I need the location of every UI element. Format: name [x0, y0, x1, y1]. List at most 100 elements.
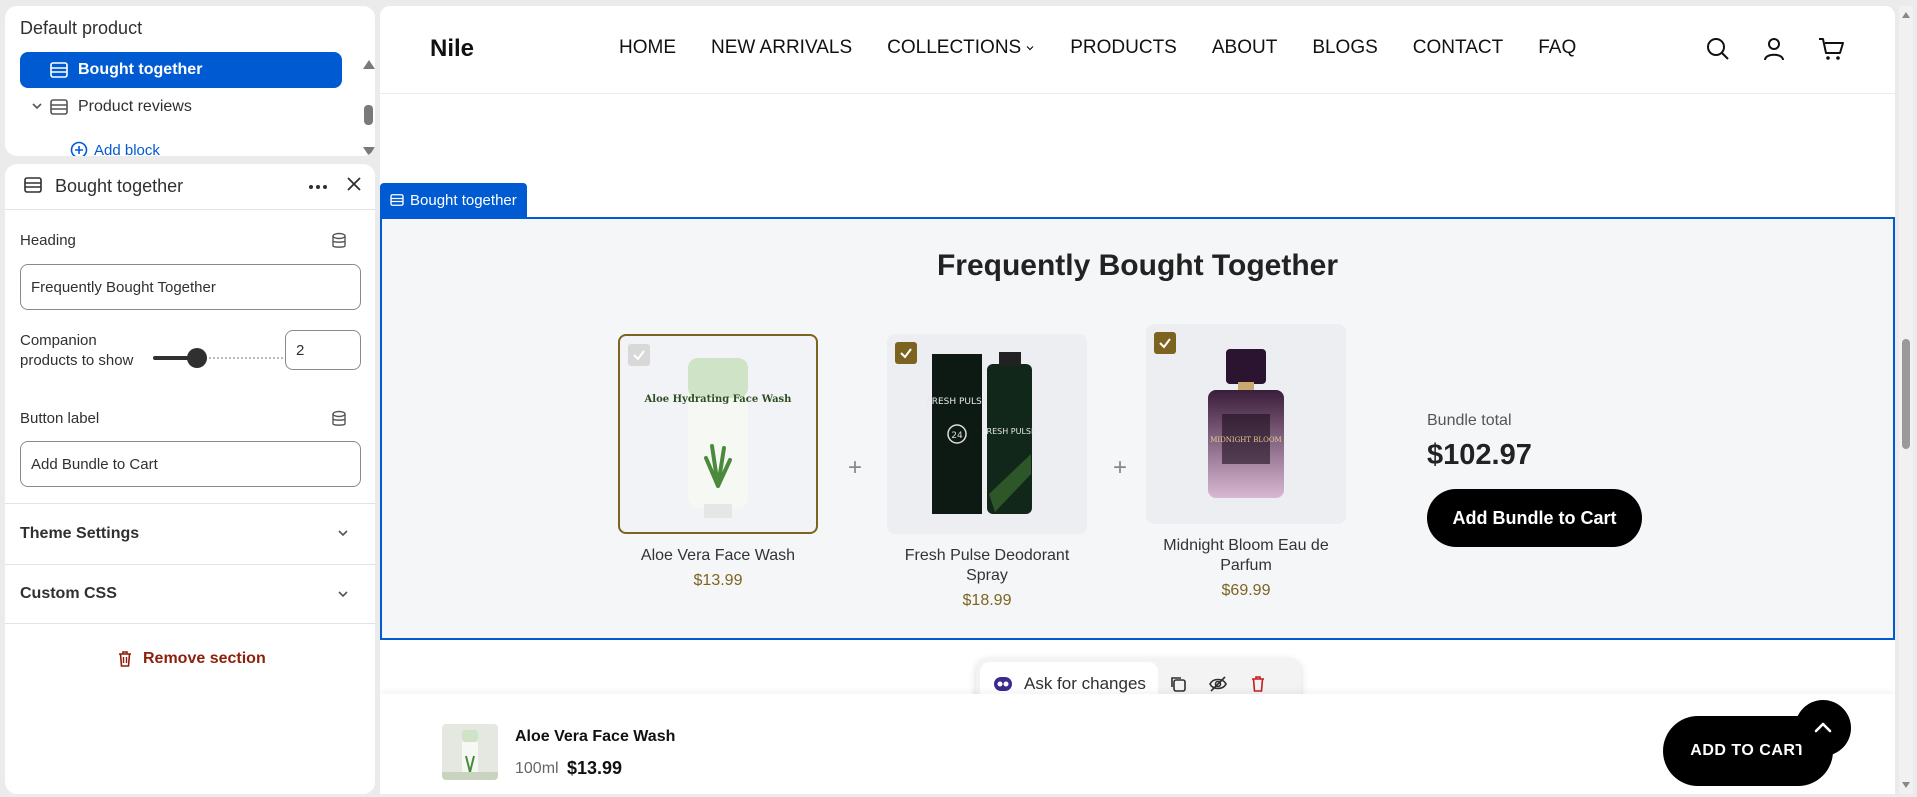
bundle-product-card[interactable]: FRESH PULSE FRESH PULSE 24 Fresh Pulse D… [887, 334, 1087, 610]
eye-off-icon [1209, 676, 1227, 692]
dynamic-source-icon[interactable] [331, 410, 347, 428]
product-price: $18.99 [962, 592, 1012, 609]
accordion-theme-settings[interactable]: Theme Settings [5, 503, 375, 563]
nav-products[interactable]: PRODUCTS [1070, 37, 1177, 59]
scroll-to-top-button[interactable] [1795, 700, 1851, 756]
delete-button[interactable] [1238, 675, 1278, 693]
account-icon[interactable] [1761, 36, 1787, 62]
nav-home[interactable]: HOME [619, 37, 676, 59]
scroll-down-arrow[interactable] [1902, 782, 1910, 788]
bundle-product-card[interactable]: Aloe Hydrating Face Wash Aloe Vera Face … [618, 334, 818, 590]
chevron-down-icon [338, 591, 348, 598]
plus-separator: + [1113, 454, 1128, 481]
hide-button[interactable] [1198, 675, 1238, 693]
more-options-icon[interactable] [307, 176, 329, 198]
settings-header: Bought together [5, 164, 375, 210]
ask-for-changes-label: Ask for changes [1024, 674, 1146, 693]
bought-together-section[interactable]: Frequently Bought Together Aloe Hydratin… [380, 217, 1895, 640]
nav-blogs[interactable]: BLOGS [1312, 37, 1377, 59]
tree-item-bought-together[interactable]: Bought together [20, 52, 342, 88]
block-icon [50, 99, 68, 115]
section-tag[interactable]: Bought together [380, 183, 527, 217]
product-image: MIDNIGHT BLOOM [1208, 349, 1284, 498]
add-bundle-button[interactable]: Add Bundle to Cart [1427, 489, 1642, 547]
accordion-label: Custom CSS [20, 585, 117, 602]
slider-handle[interactable] [187, 348, 207, 368]
companion-products-input[interactable]: 2 [285, 330, 361, 370]
chevron-up-icon [1814, 722, 1832, 733]
section-tree-panel: Default product Bought together Product … [5, 6, 375, 156]
section-heading: Frequently Bought Together [936, 249, 1339, 282]
close-icon[interactable] [345, 175, 363, 193]
tree-item-label: Bought together [78, 61, 203, 78]
preview-scrollbar[interactable] [1899, 6, 1913, 794]
scroll-up-arrow[interactable] [363, 60, 375, 69]
bundle-total-label: Bundle total [1427, 412, 1512, 429]
scroll-down-arrow[interactable] [363, 147, 375, 156]
product-name[interactable]: Midnight Bloom Eau de Parfum [1146, 536, 1346, 576]
button-label-label: Button label [20, 410, 100, 427]
store-header: Nile HOME NEW ARRIVALS COLLECTIONS PRODU… [380, 6, 1895, 94]
nav-faq[interactable]: FAQ [1538, 37, 1576, 59]
nav-collections[interactable]: COLLECTIONS [887, 37, 1035, 59]
header-icons [1705, 36, 1845, 62]
chevron-down-icon[interactable] [30, 99, 44, 113]
tree-item-label: Product reviews [78, 98, 192, 115]
duplicate-icon [1171, 677, 1186, 692]
product-price: $69.99 [1221, 582, 1271, 599]
section-tag-label: Bought together [410, 191, 517, 209]
main-nav: HOME NEW ARRIVALS COLLECTIONS PRODUCTS A… [619, 37, 1576, 59]
add-block-label: Add block [94, 141, 160, 157]
tree-item-product-reviews[interactable]: Product reviews [20, 89, 342, 125]
product-name[interactable]: Fresh Pulse Deodorant Spray [887, 546, 1087, 586]
search-icon[interactable] [1705, 36, 1731, 62]
bundle-total-price: $102.97 [1427, 439, 1532, 471]
heading-input[interactable]: Frequently Bought Together [20, 264, 361, 310]
svg-text:MIDNIGHT BLOOM: MIDNIGHT BLOOM [1210, 436, 1281, 444]
remove-section-button[interactable]: Remove section [117, 650, 266, 668]
svg-text:FRESH PULSE: FRESH PULSE [927, 397, 988, 407]
product-image: Aloe Hydrating Face Wash [644, 358, 793, 518]
settings-title: Bought together [55, 176, 184, 196]
block-icon [50, 62, 68, 78]
svg-text:24: 24 [951, 431, 963, 441]
accordion-label: Theme Settings [20, 524, 140, 542]
scrollbar-thumb[interactable] [1902, 339, 1910, 449]
nav-new-arrivals[interactable]: NEW ARRIVALS [711, 37, 852, 59]
product-price: $13.99 [693, 572, 743, 589]
plus-circle-icon [70, 141, 88, 156]
button-label-input[interactable]: Add Bundle to Cart [20, 441, 361, 487]
svg-text:FRESH PULSE: FRESH PULSE [982, 427, 1036, 436]
scrollbar-thumb[interactable] [364, 105, 373, 125]
trash-icon [119, 651, 131, 667]
storefront-preview: Nile HOME NEW ARRIVALS COLLECTIONS PRODU… [380, 6, 1895, 794]
nav-about[interactable]: ABOUT [1212, 37, 1277, 59]
sticky-add-to-cart-bar: Aloe Vera Face Wash 100ml $13.99 ADD TO … [380, 694, 1895, 794]
companion-products-label: Companion products to show [20, 332, 134, 369]
dynamic-source-icon[interactable] [331, 232, 347, 250]
svg-text:Aloe Hydrating Face Wash: Aloe Hydrating Face Wash [644, 394, 793, 405]
block-icon [390, 194, 404, 206]
chevron-down-icon [1026, 46, 1034, 51]
sticky-product-thumbnail [442, 724, 498, 780]
heading-label: Heading [20, 232, 76, 249]
duplicate-button[interactable] [1158, 675, 1198, 693]
block-settings-panel: Bought together Heading Frequently Bough… [5, 164, 375, 794]
template-title: Default product [20, 18, 143, 38]
add-block-button[interactable]: Add block [70, 141, 160, 156]
remove-section-label: Remove section [143, 650, 266, 667]
cart-icon[interactable] [1817, 36, 1845, 62]
product-name[interactable]: Aloe Vera Face Wash [618, 546, 818, 566]
product-image-frame[interactable]: Aloe Hydrating Face Wash [618, 334, 818, 534]
accordion-custom-css[interactable]: Custom CSS [5, 564, 375, 624]
plus-separator: + [848, 454, 863, 481]
scroll-up-arrow[interactable] [1902, 12, 1910, 18]
store-logo[interactable]: Nile [430, 35, 474, 63]
product-image-frame[interactable]: MIDNIGHT BLOOM [1146, 324, 1346, 524]
nav-contact[interactable]: CONTACT [1413, 37, 1503, 59]
bundle-product-card[interactable]: MIDNIGHT BLOOM Midnight Bloom Eau de Par… [1146, 324, 1346, 600]
product-image-frame[interactable]: FRESH PULSE FRESH PULSE 24 [887, 334, 1087, 534]
companion-products-slider[interactable] [153, 347, 283, 368]
product-image [442, 730, 498, 780]
block-icon [24, 177, 42, 193]
